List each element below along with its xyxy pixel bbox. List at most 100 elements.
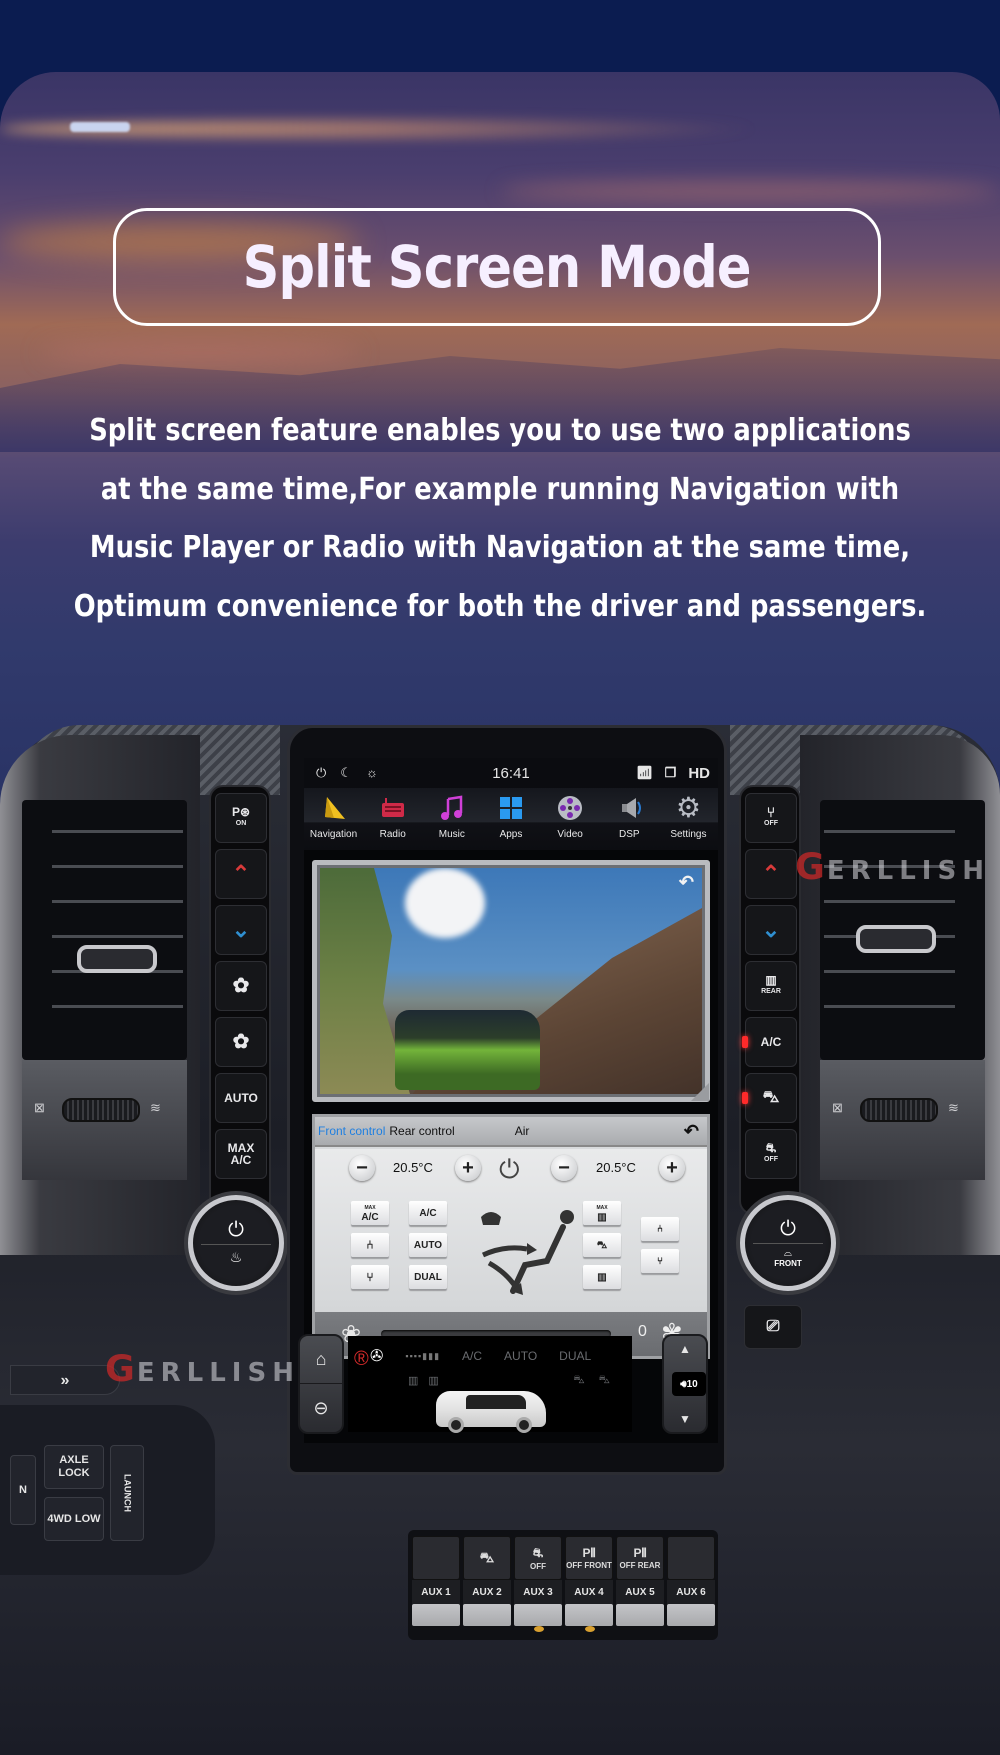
vent-direction-knob[interactable]	[77, 945, 157, 973]
max-ac-soft-button[interactable]: MAX A/C	[351, 1201, 389, 1225]
aux-switch[interactable]: ⛐ OFF AUX 3	[514, 1536, 562, 1632]
rear-defrost-button[interactable]: ▥ REAR	[745, 961, 797, 1011]
rear-ac-indicator: A/C	[462, 1349, 483, 1363]
hill-descent-icon: ⛍	[479, 1548, 495, 1565]
left-power-knob[interactable]: ⏻ ♨	[188, 1195, 284, 1291]
volume-pad: ▲ ▼ 🔊︎ 10	[662, 1334, 708, 1434]
vent-close-icon: ⊠	[34, 1100, 45, 1115]
app-video[interactable]: Video	[542, 788, 598, 850]
airflow-seat-diagram[interactable]	[475, 1203, 585, 1303]
back-arrow-icon[interactable]: ↶	[679, 872, 694, 893]
4wd-low-button[interactable]: 4WD LOW	[44, 1497, 104, 1541]
power-icon: ⏻	[780, 1217, 796, 1240]
multi-window-icon[interactable]: ❐	[665, 765, 677, 781]
app-navigation[interactable]: Navigation	[306, 788, 362, 850]
video-frame[interactable]: ↶	[320, 868, 702, 1094]
seat-heat-button[interactable]: ⑃	[351, 1233, 389, 1257]
vent-thumbwheel[interactable]	[62, 1098, 140, 1122]
rear-dual-indicator: DUAL	[559, 1349, 592, 1363]
app-apps[interactable]: Apps	[483, 788, 539, 850]
drive-selector[interactable]: N	[10, 1455, 36, 1525]
vent-open-icon: ≋	[948, 1100, 959, 1115]
fan-down-button[interactable]: ✿	[215, 961, 267, 1011]
app-bar: Navigation Radio Music Apps Video DSP ⚙ …	[304, 788, 718, 850]
launch-button[interactable]: LAUNCH	[110, 1445, 144, 1541]
right-temp-minus-button[interactable]: −	[551, 1155, 577, 1181]
recirculation-soft-button[interactable]: ⛍	[583, 1233, 621, 1257]
mode-forward-button[interactable]: »	[10, 1365, 120, 1395]
tab-front-control[interactable]: Front control	[318, 1124, 385, 1138]
rear-defrost-soft-button[interactable]: ▥	[583, 1265, 621, 1289]
left-temp-plus-button[interactable]: +	[455, 1155, 481, 1181]
right-power-knob[interactable]: ⏻ ⌓ FRONT	[740, 1195, 836, 1291]
axle-lock-button[interactable]: AXLE LOCK	[44, 1445, 104, 1489]
aux-switch[interactable]: AUX 1	[412, 1536, 460, 1626]
aux-switch[interactable]: AUX 6	[667, 1536, 715, 1626]
aux-switch-panel: AUX 1 ⛍ AUX 2 ⛐ OFF AUX 3 P⫴ OFF FRONT AUX 4 …	[408, 1530, 718, 1640]
tab-rear-control[interactable]: Rear control	[389, 1124, 454, 1138]
lower-bezel: ⌂ ⊖ ✇ ▪▪▪▪▮▮▮ A/C AUTO DUAL ▥ ▥ ⛍ ⛍ ▲ ▼ …	[290, 1328, 730, 1438]
left-air-vent	[22, 800, 187, 1060]
left-vent-base: ⊠ ≋	[22, 1060, 187, 1180]
left-button-column: P⊛ ON ⌃ ⌄ ✿ ✿ AUTO MAX A/C	[209, 785, 271, 1215]
right-button-column: ⑂ OFF ⌃ ⌄ ▥ REAR A/C ⛍ ⛐ OFF	[739, 785, 801, 1215]
fan-icon: ✇	[370, 1348, 384, 1365]
auto-button[interactable]: AUTO	[215, 1073, 267, 1123]
recirc-indicator-led	[742, 1092, 748, 1104]
back-button[interactable]: ⊖	[300, 1384, 342, 1432]
aux-switch[interactable]: P⫴ OFF FRONT AUX 4	[565, 1536, 613, 1632]
video-window[interactable]: ↶	[312, 860, 710, 1102]
passenger-seat-heat-button[interactable]: ⑃	[641, 1217, 679, 1241]
rear-defrost-icon: ▥	[597, 1271, 607, 1283]
left-temp-minus-button[interactable]: −	[349, 1155, 375, 1181]
head-unit: ⏻ ☾ ☼ 16:41 📶︎ ❐ HD Navigation Radio Mus…	[287, 725, 727, 1475]
brand-watermark: GERLLISH	[105, 1347, 300, 1390]
description-line: Split screen feature enables you to use …	[89, 413, 911, 448]
chevron-up-icon: ⌃	[761, 861, 781, 886]
camera-button[interactable]: ⎚	[744, 1305, 802, 1349]
traction-off-button[interactable]: ⛐ OFF	[745, 1129, 797, 1179]
aux-switch[interactable]: P⫴ OFF REAR AUX 5	[616, 1536, 664, 1626]
seat-off-button[interactable]: ⑂ OFF	[745, 793, 797, 843]
vent-thumbwheel[interactable]	[860, 1098, 938, 1122]
description-line: Music Player or Radio with Navigation at…	[89, 530, 911, 565]
fan-up-button[interactable]: ✿	[215, 1017, 267, 1067]
climate-header: Front control Rear control Air ↶	[315, 1117, 707, 1147]
app-radio[interactable]: Radio	[365, 788, 421, 850]
ac-button[interactable]: A/C	[742, 1017, 797, 1067]
passenger-seat-cool-button[interactable]: ⑂	[641, 1249, 679, 1273]
hd-badge: HD	[688, 764, 710, 782]
home-button[interactable]: ⌂	[300, 1336, 342, 1384]
defrost-icon: ▥	[765, 973, 777, 987]
app-dsp[interactable]: DSP	[601, 788, 657, 850]
right-temp-plus-button[interactable]: +	[659, 1155, 685, 1181]
climate-controls: − 20.5°C + ⏻ − 20.5°C + MAX A/C A/C ⑃ AUT…	[315, 1149, 707, 1312]
climate-power-button[interactable]: ⏻	[499, 1156, 520, 1182]
dual-soft-button[interactable]: DUAL	[409, 1265, 447, 1289]
park-sensor-icon: P⫴	[633, 1546, 647, 1560]
rear-auto-indicator: AUTO	[504, 1349, 538, 1363]
chevron-down-icon: ⌄	[761, 917, 781, 942]
passenger-seat-heat-icon: ⑃	[657, 1223, 663, 1235]
app-settings[interactable]: ⚙ Settings	[660, 788, 716, 850]
seat-cool-button[interactable]: ⑂	[351, 1265, 389, 1289]
app-music[interactable]: Music	[424, 788, 480, 850]
home-icon: ⌂	[315, 1349, 327, 1369]
auto-soft-button[interactable]: AUTO	[409, 1233, 447, 1257]
temp-up-button[interactable]: ⌃	[215, 849, 267, 899]
temp-down-button[interactable]: ⌄	[745, 905, 797, 955]
vent-direction-knob[interactable]	[856, 925, 936, 953]
vent-close-icon: ⊠	[832, 1100, 843, 1115]
back-arrow-icon[interactable]: ↶	[684, 1121, 699, 1142]
temp-down-button[interactable]: ⌄	[215, 905, 267, 955]
camera-icon: ⎚	[766, 1318, 780, 1335]
temp-up-button[interactable]: ⌃	[745, 849, 797, 899]
recirculation-button[interactable]: ⛍	[742, 1073, 797, 1123]
max-ac-button[interactable]: MAX A/C	[215, 1129, 267, 1179]
recirculation-icon: ⛍	[596, 1239, 608, 1251]
indicator-dot	[585, 1626, 595, 1632]
aux-switch[interactable]: ⛍ AUX 2	[463, 1536, 511, 1626]
ac-soft-button[interactable]: A/C	[409, 1201, 447, 1225]
park-assist-button[interactable]: P⊛ ON	[215, 793, 267, 843]
max-defrost-button[interactable]: MAX ▥	[583, 1201, 621, 1225]
